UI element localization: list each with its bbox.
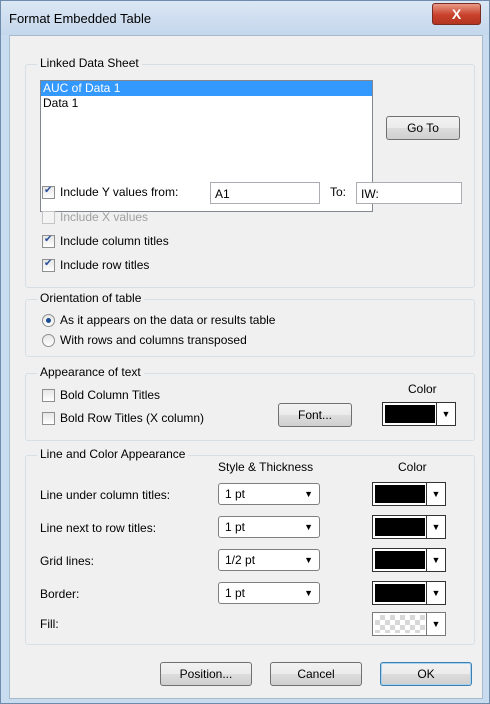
- fill-pattern-swatch: [375, 615, 425, 633]
- grid-lines-color-picker[interactable]: ▼: [372, 548, 446, 572]
- text-color-label: Color: [408, 382, 437, 396]
- color-swatch: [375, 485, 425, 503]
- chevron-down-icon: ▼: [426, 549, 445, 571]
- orientation-as-is-label: As it appears on the data or results tab…: [60, 313, 276, 327]
- cancel-button[interactable]: Cancel: [270, 662, 362, 686]
- grid-lines-style-select[interactable]: 1/2 pt ▼: [218, 549, 320, 571]
- line-next-to-row-titles-style-value: 1 pt: [225, 520, 246, 534]
- orientation-title: Orientation of table: [37, 291, 145, 305]
- grid-lines-label: Grid lines:: [40, 554, 95, 568]
- chevron-down-icon: ▼: [304, 588, 313, 598]
- include-column-titles-checkbox[interactable]: [42, 234, 55, 248]
- line-under-column-titles-label: Line under column titles:: [40, 488, 171, 502]
- grid-lines-style-value: 1/2 pt: [225, 553, 256, 567]
- linked-data-sheet-title: Linked Data Sheet: [37, 56, 142, 70]
- line-next-to-row-titles-style-select[interactable]: 1 pt ▼: [218, 516, 320, 538]
- close-button[interactable]: X: [432, 3, 481, 25]
- include-row-titles-checkbox[interactable]: [42, 258, 55, 272]
- chevron-down-icon: ▼: [426, 613, 445, 635]
- dialog-client-area: Linked Data Sheet AUC of Data 1 Data 1 G…: [9, 35, 483, 699]
- bold-row-titles-label: Bold Row Titles (X column): [60, 411, 205, 425]
- format-embedded-table-dialog: Format Embedded Table X Linked Data Shee…: [0, 0, 490, 704]
- border-style-value: 1 pt: [225, 586, 246, 600]
- line-next-to-row-titles-color-picker[interactable]: ▼: [372, 515, 446, 539]
- to-label: To:: [330, 185, 347, 199]
- chevron-down-icon: ▼: [304, 522, 313, 532]
- ok-button[interactable]: OK: [380, 662, 472, 686]
- fill-label: Fill:: [40, 617, 59, 631]
- y-to-field[interactable]: IW:: [356, 182, 462, 204]
- go-to-button[interactable]: Go To: [386, 116, 460, 140]
- line-under-column-titles-style-value: 1 pt: [225, 487, 246, 501]
- border-color-picker[interactable]: ▼: [372, 581, 446, 605]
- chevron-down-icon: ▼: [426, 516, 445, 538]
- y-from-field[interactable]: A1: [210, 182, 320, 204]
- border-label: Border:: [40, 587, 80, 601]
- include-column-titles-label: Include column titles: [60, 234, 169, 248]
- chevron-down-icon: ▼: [426, 483, 445, 505]
- orientation-transposed-label: With rows and columns transposed: [60, 333, 247, 347]
- appearance-of-text-title: Appearance of text: [37, 365, 144, 379]
- color-swatch: [375, 551, 425, 569]
- orientation-as-is-radio[interactable]: [42, 314, 55, 327]
- color-swatch: [375, 584, 425, 602]
- title-bar[interactable]: Format Embedded Table X: [1, 1, 489, 35]
- chevron-down-icon: ▼: [304, 555, 313, 565]
- include-y-checkbox[interactable]: [42, 185, 55, 199]
- window-title: Format Embedded Table: [9, 11, 152, 26]
- text-color-picker[interactable]: ▼: [382, 402, 456, 426]
- include-row-titles-label: Include row titles: [60, 258, 150, 272]
- bold-column-titles-label: Bold Column Titles: [60, 388, 161, 402]
- chevron-down-icon: ▼: [304, 489, 313, 499]
- line-color-title: Line and Color Appearance: [37, 447, 189, 461]
- text-color-swatch: [385, 405, 435, 423]
- list-item-data-1[interactable]: Data 1: [41, 96, 372, 111]
- position-button[interactable]: Position...: [160, 662, 252, 686]
- line-color-header: Color: [398, 460, 427, 474]
- style-thickness-header: Style & Thickness: [218, 460, 314, 474]
- list-item-auc-of-data-1[interactable]: AUC of Data 1: [41, 81, 372, 96]
- chevron-down-icon: ▼: [426, 582, 445, 604]
- bold-column-titles-checkbox[interactable]: [42, 389, 55, 402]
- fill-color-picker[interactable]: ▼: [372, 612, 446, 636]
- color-swatch: [375, 518, 425, 536]
- include-x-label: Include X values: [60, 210, 149, 224]
- orientation-group: [25, 299, 475, 357]
- border-style-select[interactable]: 1 pt ▼: [218, 582, 320, 604]
- font-button[interactable]: Font...: [278, 403, 352, 427]
- line-under-column-titles-color-picker[interactable]: ▼: [372, 482, 446, 506]
- line-under-column-titles-style-select[interactable]: 1 pt ▼: [218, 483, 320, 505]
- chevron-down-icon: ▼: [436, 403, 455, 425]
- include-y-label: Include Y values from:: [60, 185, 179, 199]
- bold-row-titles-checkbox[interactable]: [42, 412, 55, 425]
- line-next-to-row-titles-label: Line next to row titles:: [40, 521, 157, 535]
- include-x-checkbox[interactable]: [42, 211, 55, 224]
- orientation-transposed-radio[interactable]: [42, 334, 55, 347]
